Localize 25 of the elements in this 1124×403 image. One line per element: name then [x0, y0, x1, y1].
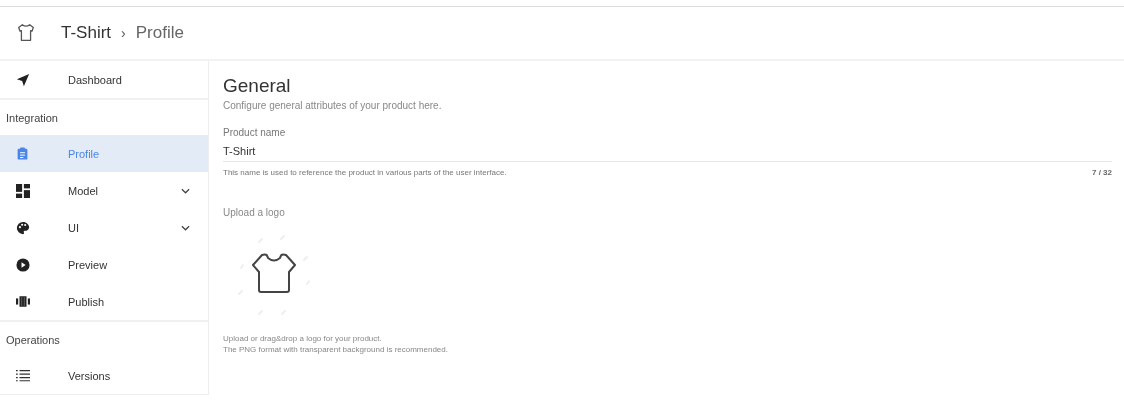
dashboard-grid-icon	[16, 183, 30, 198]
sidebar-item[interactable]: UI	[0, 209, 208, 246]
sidebar-item[interactable]: Model	[0, 172, 208, 209]
clipboard-icon	[16, 146, 29, 161]
breadcrumb-separator: ›	[121, 25, 126, 41]
carousel-icon	[16, 296, 30, 307]
section-subtitle: Configure general attributes of your product here.	[223, 100, 443, 111]
breadcrumb-current: Profile	[135, 23, 184, 43]
breadcrumb-link[interactable]: T-Shirt	[61, 23, 112, 43]
upload-label: Upload a logo	[223, 207, 286, 218]
t-shirt-icon	[15, 22, 37, 44]
field-hint: This name is used to reference the product in various parts of the user interface.	[223, 168, 507, 177]
character-counter: 7 / 32	[1092, 168, 1112, 177]
section-heading: Operations	[0, 320, 208, 357]
sidebar-item[interactable]: Versions	[0, 357, 208, 394]
navigation-arrow-icon	[16, 72, 30, 87]
sidebar-item[interactable]: Preview	[0, 246, 208, 283]
upload-help-text: Upload or drag&drop a logo for your product. The PNG format with transparent background is recommended.	[223, 334, 449, 356]
sidebar-item[interactable]: Publish	[0, 283, 208, 320]
section-title: General	[223, 75, 292, 97]
product-name-field[interactable]: Product name T-Shirt	[223, 127, 1112, 162]
list-icon	[16, 369, 30, 382]
play-icon	[16, 257, 30, 272]
palette-icon	[16, 220, 30, 235]
sidebar-item[interactable]: Dashboard	[0, 61, 208, 98]
